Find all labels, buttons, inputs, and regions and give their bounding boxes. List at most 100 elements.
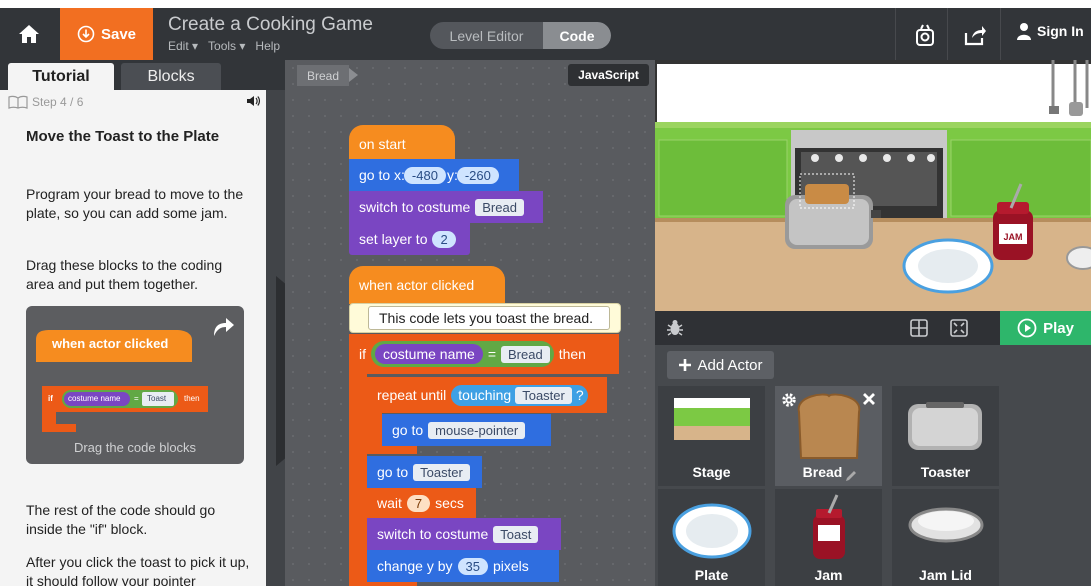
tab-blocks[interactable]: Blocks bbox=[121, 63, 221, 90]
debug-button[interactable] bbox=[667, 319, 683, 342]
fullscreen-button[interactable] bbox=[950, 319, 968, 342]
narration-button[interactable] bbox=[246, 94, 261, 112]
tutorial-paragraph: Program your bread to move to the plate,… bbox=[26, 186, 244, 221]
costume-dropdown[interactable]: Bread bbox=[475, 198, 524, 216]
left-tab-bar: Tutorial Blocks bbox=[0, 60, 285, 90]
go-to-pointer-block[interactable]: go to mouse-pointer bbox=[382, 414, 551, 446]
actor-tile-bread[interactable]: Bread bbox=[775, 386, 882, 486]
set-layer-block[interactable]: set layer to 2 bbox=[349, 223, 470, 255]
hint-condition-right: Toast bbox=[147, 394, 167, 403]
tutorial-paragraph: The rest of the code should go inside th… bbox=[26, 502, 216, 537]
pencil-icon bbox=[846, 471, 856, 481]
tutorial-paragraph: Drag these blocks to the coding area and… bbox=[26, 257, 223, 292]
costume-value[interactable]: Bread bbox=[501, 345, 550, 363]
project-title[interactable]: Create a Cooking Game bbox=[168, 14, 373, 36]
save-button[interactable]: Save bbox=[60, 8, 153, 60]
camera-icon bbox=[916, 24, 934, 46]
repeat-until-block[interactable]: repeat until touching Toaster ? bbox=[367, 377, 607, 413]
tab-code[interactable]: Code bbox=[543, 22, 611, 49]
screenshot-button[interactable] bbox=[910, 20, 940, 50]
tutorial-panel: Step 4 / 6 Move the Toast to the Plate P… bbox=[0, 90, 266, 586]
divider bbox=[947, 8, 948, 60]
book-icon bbox=[8, 95, 28, 109]
home-icon bbox=[19, 25, 39, 43]
actor-tile-toaster[interactable]: Toaster bbox=[892, 386, 999, 486]
menu-help[interactable]: Help bbox=[255, 39, 280, 53]
actor-thumbnail bbox=[674, 398, 750, 440]
condition-block[interactable]: costume name = Bread bbox=[371, 341, 554, 367]
touching-reporter[interactable]: touching Toaster ? bbox=[451, 384, 588, 406]
switch-costume-block[interactable]: switch to costume Bread bbox=[349, 191, 543, 223]
hint-caption: Drag the code blocks bbox=[73, 440, 197, 455]
grid-button[interactable] bbox=[910, 319, 928, 342]
then-label: then bbox=[558, 346, 586, 362]
game-stage[interactable]: JAM bbox=[655, 60, 1091, 311]
if-block[interactable]: if costume name = Bread then bbox=[349, 334, 619, 374]
actor-name: Jam bbox=[814, 567, 843, 583]
tutorial-paragraph: After you click the toast to pick it up,… bbox=[26, 554, 250, 586]
tab-level-editor[interactable]: Level Editor bbox=[430, 22, 543, 49]
y-input[interactable]: -260 bbox=[456, 166, 499, 184]
block-label: set layer to bbox=[359, 231, 428, 247]
app-header: Save Create a Cooking Game Edit ▾ Tools … bbox=[0, 8, 1091, 60]
rename-actor-button[interactable] bbox=[845, 469, 857, 487]
layer-input[interactable]: 2 bbox=[432, 230, 456, 248]
fullscreen-icon bbox=[950, 319, 968, 337]
block-label: go to bbox=[377, 464, 409, 480]
wait-block[interactable]: wait 7 secs bbox=[367, 488, 476, 518]
menu-edit[interactable]: Edit ▾ bbox=[168, 39, 198, 53]
actor-name: Stage bbox=[692, 464, 731, 480]
speaker-icon bbox=[247, 96, 261, 106]
javascript-button[interactable]: JavaScript bbox=[568, 64, 649, 86]
actor-tile-plate[interactable]: Plate bbox=[658, 489, 765, 586]
hint-then-label: then bbox=[184, 394, 200, 403]
if-label: if bbox=[359, 346, 366, 362]
divider bbox=[895, 8, 896, 60]
sign-in-label: Sign In bbox=[1037, 23, 1084, 39]
bug-icon bbox=[667, 320, 683, 336]
touching-target[interactable]: Toaster bbox=[515, 386, 572, 404]
add-actor-button[interactable]: Add Actor bbox=[667, 351, 774, 379]
save-label: Save bbox=[100, 25, 137, 43]
on-start-block[interactable]: on start bbox=[349, 125, 455, 159]
change-y-input[interactable]: 35 bbox=[457, 557, 488, 575]
actor-name: Jam Lid bbox=[919, 567, 972, 583]
tutorial-title: Move the Toast to the Plate bbox=[26, 128, 220, 145]
actor-thumbnail bbox=[797, 393, 861, 459]
play-button[interactable]: Play bbox=[1000, 311, 1091, 345]
step-indicator: Step 4 / 6 bbox=[8, 95, 83, 109]
hint-animation-card: when actor clicked if costume name = Toa… bbox=[26, 306, 244, 464]
actor-tile-jam[interactable]: Jam bbox=[775, 489, 882, 586]
go-to-toaster-block[interactable]: go to Toaster bbox=[367, 456, 482, 488]
tab-tutorial[interactable]: Tutorial bbox=[8, 63, 114, 90]
home-button[interactable] bbox=[10, 14, 48, 54]
play-circle-icon bbox=[1017, 318, 1037, 338]
actor-tile-jam-lid[interactable]: Jam Lid bbox=[892, 489, 999, 586]
costume-name-reporter[interactable]: costume name bbox=[375, 344, 483, 364]
menu-tools[interactable]: Tools ▾ bbox=[208, 39, 245, 53]
actor-thumbnail bbox=[672, 503, 752, 559]
switch-costume-block[interactable]: switch to costume Toast bbox=[367, 518, 561, 550]
block-label: change y by bbox=[377, 558, 453, 574]
grid-icon bbox=[910, 319, 928, 337]
go-to-xy-block[interactable]: go to x: -480 y: -260 bbox=[349, 159, 519, 191]
share-button[interactable] bbox=[960, 20, 990, 50]
question-label: ? bbox=[575, 387, 584, 403]
hint-if-label: if bbox=[48, 394, 53, 403]
change-y-block[interactable]: change y by 35 pixels bbox=[367, 550, 559, 582]
when-actor-clicked-block[interactable]: when actor clicked bbox=[349, 266, 505, 304]
breadcrumb[interactable]: Bread bbox=[297, 65, 350, 86]
comment-text[interactable]: This code lets you toast the bread. bbox=[368, 306, 610, 330]
block-label: repeat until bbox=[377, 387, 447, 403]
top-strip bbox=[0, 0, 1091, 8]
actor-tile-stage[interactable]: Stage bbox=[658, 386, 765, 486]
x-input[interactable]: -480 bbox=[403, 166, 446, 184]
sign-in-button[interactable]: Sign In bbox=[1016, 22, 1084, 40]
block-label: secs bbox=[435, 495, 464, 511]
target-dropdown[interactable]: mouse-pointer bbox=[428, 421, 526, 439]
wait-input[interactable]: 7 bbox=[406, 494, 431, 512]
block-label: when actor clicked bbox=[359, 277, 475, 293]
target-dropdown[interactable]: Toaster bbox=[413, 463, 470, 481]
costume-dropdown[interactable]: Toast bbox=[493, 525, 539, 543]
block-label: on start bbox=[359, 136, 406, 152]
